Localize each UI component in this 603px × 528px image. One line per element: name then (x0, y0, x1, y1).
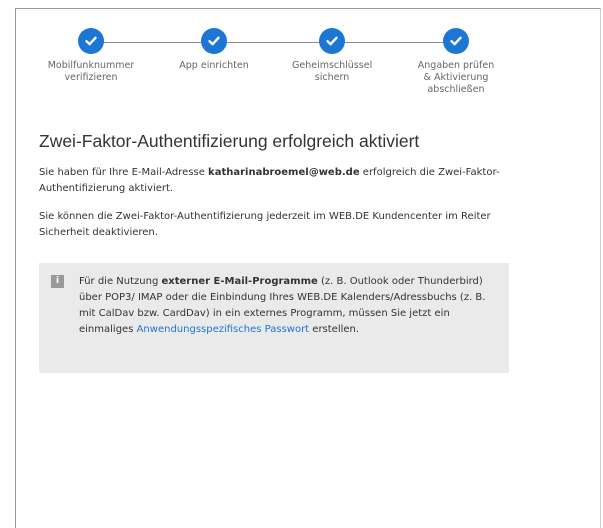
step-label: Angaben prüfen & Aktivierung abschließen (417, 60, 495, 95)
step-label: Mobilfunknummer verifizieren (47, 60, 135, 83)
step-secure-key: Geheimschlüssel sichern (272, 28, 392, 84)
success-message: Sie haben für Ihre E-Mail-Adresse kathar… (39, 165, 509, 197)
check-icon (443, 28, 469, 54)
text-segment: Sie haben für Ihre E-Mail-Adresse (39, 167, 209, 178)
text-segment: erstellen. (309, 324, 360, 335)
step-label: App einrichten (179, 60, 249, 71)
page-title: Zwei-Faktor-Authentifizierung erfolgreic… (39, 131, 420, 151)
info-box: i Für die Nutzung externer E-Mail-Progra… (39, 263, 509, 373)
step-setup-app: App einrichten (149, 28, 279, 72)
info-icon: i (51, 275, 64, 288)
info-bold: externer E-Mail-Programme (161, 276, 318, 287)
progress-steps: Mobilfunknummer verifizieren App einrich… (16, 9, 602, 129)
deactivation-hint: Sie können die Zwei-Faktor-Authentifizie… (39, 211, 491, 238)
text-segment: Für die Nutzung (79, 276, 162, 287)
main-content: Zwei-Faktor-Authentifizierung erfolgreic… (39, 129, 509, 241)
step-label: Geheimschlüssel sichern (292, 60, 373, 83)
step-review-activate: Angaben prüfen & Aktivierung abschließen (391, 28, 521, 96)
email-address: katharinabroemel@web.de (208, 167, 360, 178)
step-verify-phone: Mobilfunknummer verifizieren (26, 28, 156, 84)
check-icon (78, 28, 104, 54)
check-icon (201, 28, 227, 54)
check-icon (319, 28, 345, 54)
content-frame: Mobilfunknummer verifizieren App einrich… (15, 8, 601, 528)
app-password-link[interactable]: Anwendungsspezifisches Passwort (137, 324, 310, 335)
